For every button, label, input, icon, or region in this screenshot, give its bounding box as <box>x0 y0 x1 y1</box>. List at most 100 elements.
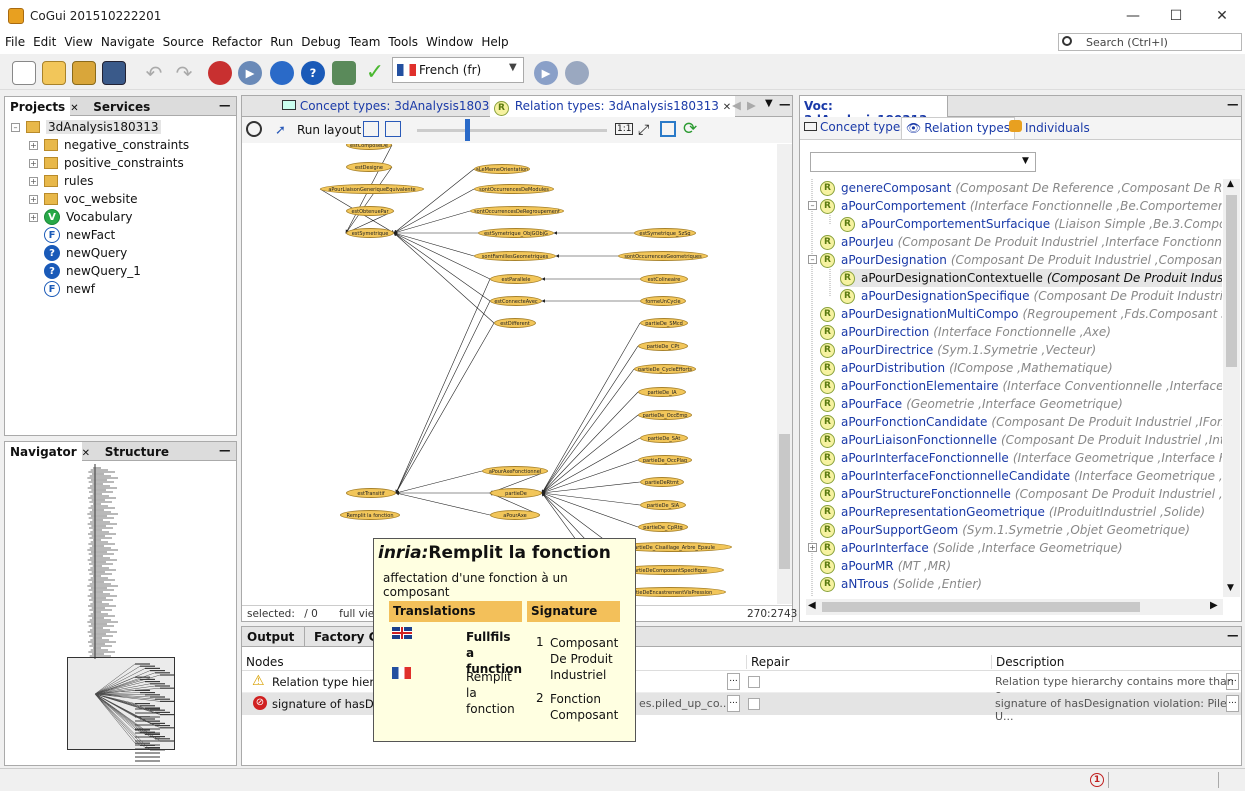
run-layout-button[interactable]: Run layout <box>297 123 361 137</box>
graph-node[interactable]: estDifferent <box>494 318 536 328</box>
new-project-icon[interactable] <box>42 61 66 85</box>
relation-item[interactable]: RaPourLiaisonFonctionnelle (Composant De … <box>820 431 1222 449</box>
undo-icon[interactable]: ↶ <box>142 61 166 85</box>
relation-item[interactable]: RaPourFace (Geometrie ,Interface Geometri… <box>820 395 1123 413</box>
graph-node[interactable]: aPourAxe <box>490 510 540 520</box>
graph-node[interactable]: sontOccurrencesDeRegroupement <box>470 206 564 216</box>
ellipsis-button[interactable]: ... <box>1226 695 1239 712</box>
relation-item[interactable]: RaNTrous (Solide ,Entier) <box>820 575 982 593</box>
nav-back-icon[interactable]: ◀ <box>732 98 741 112</box>
relation-item[interactable]: RaPourFonctionCandidate (Composant De Pro… <box>820 413 1222 431</box>
run-icon[interactable]: ▶ <box>238 61 262 85</box>
open-project-icon[interactable] <box>72 61 96 85</box>
minimize-panel-icon[interactable]: — <box>779 97 791 111</box>
minimize-button[interactable]: — <box>1110 0 1156 31</box>
maximize-button[interactable]: ☐ <box>1153 0 1199 31</box>
scroll-down-icon[interactable]: ▼ <box>1227 583 1234 593</box>
relation-item[interactable]: RaPourDesignationMultiCompo (Regroupement… <box>820 305 1222 323</box>
relation-item[interactable]: RaPourComportementSurfacique (Liaison Sim… <box>840 215 1222 233</box>
expand-icon[interactable]: + <box>29 140 38 150</box>
graph-node[interactable]: partieDe_SlA <box>640 500 686 510</box>
graph-node[interactable]: partieDe_OccPlag <box>638 455 692 465</box>
hierarchy-icon[interactable] <box>385 121 401 137</box>
menu-window[interactable]: Window <box>421 32 476 49</box>
save-all-icon[interactable] <box>102 61 126 85</box>
relation-item[interactable]: RgenereComposant (Composant De Reference … <box>820 179 1222 197</box>
tab-concept-types[interactable]: Concept types: 3dAnalysis180313 ✕ <box>278 96 521 116</box>
relation-item[interactable]: RaPourDesignation (Composant De Produit I… <box>820 251 1222 269</box>
voc-horizontal-scrollbar[interactable]: ◀ ▶ <box>806 599 1223 615</box>
minimize-panel-icon[interactable]: — <box>219 98 231 112</box>
tab-menu-icon[interactable]: ▼ <box>765 98 773 109</box>
graph-node[interactable]: estSymetrique <box>346 228 394 238</box>
expand-icon[interactable]: + <box>808 543 817 552</box>
close-icon[interactable]: ✕ <box>723 102 731 113</box>
graph-canvas[interactable]: estComposéDe aLeMemeOrientation estDesigne… <box>242 144 777 604</box>
relation-item[interactable]: RaPourInterfaceFonctionnelleCandidate (In… <box>820 467 1222 485</box>
scroll-up-icon[interactable]: ▲ <box>1227 179 1234 189</box>
graph-node[interactable]: partieDe_SMcd <box>640 318 688 328</box>
redo-icon[interactable]: ↷ <box>172 61 196 85</box>
minimize-panel-icon[interactable]: — <box>219 443 231 457</box>
tree-layout-icon[interactable] <box>363 121 379 137</box>
project-item-newquery-1[interactable]: ? newQuery_1 <box>11 262 236 280</box>
graph-node[interactable]: estObtenuePar <box>346 206 394 216</box>
graph-node[interactable]: estSymetrique_SzSq <box>634 228 696 238</box>
menu-file[interactable]: File <box>0 32 28 49</box>
zoom-reset-button[interactable]: 1:1 <box>615 123 634 135</box>
tab-structure[interactable]: Structure <box>100 442 174 462</box>
relation-item[interactable]: RaPourJeu (Composant De Produit Industrie… <box>820 233 1222 251</box>
graph-node[interactable]: partieDeRtmt <box>640 477 684 487</box>
menu-navigate[interactable]: Navigate <box>96 32 158 49</box>
close-icon[interactable]: ✕ <box>70 103 78 114</box>
h-scroll-thumb[interactable] <box>822 602 1140 612</box>
tab-navigator[interactable]: Navigator <box>5 442 82 462</box>
ellipsis-button[interactable]: ... <box>1226 673 1239 690</box>
voc-filter-select[interactable]: ▼ <box>810 152 1036 172</box>
graph-node[interactable]: partieDe_CPt <box>638 341 688 351</box>
repair-checkbox[interactable] <box>748 698 760 710</box>
tab-projects[interactable]: Projects <box>5 97 71 117</box>
tab-relation-types[interactable]: R Relation types: 3dAnalysis180313 ✕ <box>490 96 736 117</box>
repair-checkbox[interactable] <box>748 676 760 688</box>
menu-tools[interactable]: Tools <box>383 32 421 49</box>
nav-forward-icon[interactable]: ▶ <box>747 98 756 112</box>
minimize-panel-icon[interactable]: — <box>1227 628 1239 642</box>
collapse-icon[interactable]: – <box>11 122 20 132</box>
menu-help[interactable]: Help <box>476 32 511 49</box>
project-item-newfact[interactable]: FnewFact <box>11 226 236 244</box>
expand-icon[interactable]: + <box>29 212 38 222</box>
voc-title-tab[interactable]: Voc: 3dAnalysis180313 <box>800 96 948 127</box>
menu-refactor[interactable]: Refactor <box>207 32 265 49</box>
voc-vertical-scrollbar[interactable]: ▲ ▼ <box>1223 179 1240 597</box>
graph-node[interactable]: sontOccurrencesDeModules <box>474 184 554 194</box>
graph-node[interactable]: partieDe <box>490 488 542 498</box>
graph-node[interactable]: estDesigne <box>346 162 392 172</box>
relation-item[interactable]: RaPourFonctionElementaire (Interface Conv… <box>820 377 1222 395</box>
project-item-voc-website[interactable]: + voc_website <box>11 190 236 208</box>
zoom-slider-thumb[interactable] <box>465 119 470 141</box>
relation-item[interactable]: RaPourDesignationContextuelle (Composant … <box>840 269 1222 287</box>
expand-icon[interactable]: + <box>29 158 38 168</box>
graph-node[interactable]: aLeMemeOrientation <box>474 164 530 174</box>
zoom-region-icon[interactable] <box>660 121 676 137</box>
project-item-positive-constraints[interactable]: + positive_constraints <box>11 154 236 172</box>
graph-icon[interactable] <box>332 61 356 85</box>
col-repair[interactable]: Repair <box>746 655 789 669</box>
relation-item[interactable]: RaPourDistribution (ICompose ,Mathematiqu… <box>820 359 1113 377</box>
graph-node[interactable]: estParallele <box>490 274 542 284</box>
relation-item[interactable]: RaPourComportement (Interface Fonctionnel… <box>820 197 1222 215</box>
ellipsis-button[interactable]: ... <box>727 695 740 712</box>
graph-node[interactable]: partieDe_CycleEfforts <box>634 364 696 374</box>
scroll-right-icon[interactable]: ▶ <box>1210 600 1218 611</box>
relation-item[interactable]: RaPourMR (MT ,MR) <box>820 557 951 575</box>
relation-item[interactable]: RaPourInterfaceFonctionnelle (Interface G… <box>820 449 1222 467</box>
collapse-icon[interactable]: – <box>808 201 817 210</box>
graph-node[interactable]: aPourLiaisonGeneriqueEquivalente <box>320 184 424 194</box>
col-nodes[interactable]: Nodes <box>246 655 284 669</box>
project-item-negative-constraints[interactable]: + negative_constraints <box>11 136 236 154</box>
relation-item[interactable]: RaPourDirection (Interface Fonctionnelle … <box>820 323 1111 341</box>
relation-item[interactable]: RaPourRepresentationGeometrique (IProduit… <box>820 503 1205 521</box>
relation-item[interactable]: RaPourStructureFonctionnelle (Composant D… <box>820 485 1222 503</box>
notification-badge[interactable]: 1 <box>1090 773 1104 787</box>
